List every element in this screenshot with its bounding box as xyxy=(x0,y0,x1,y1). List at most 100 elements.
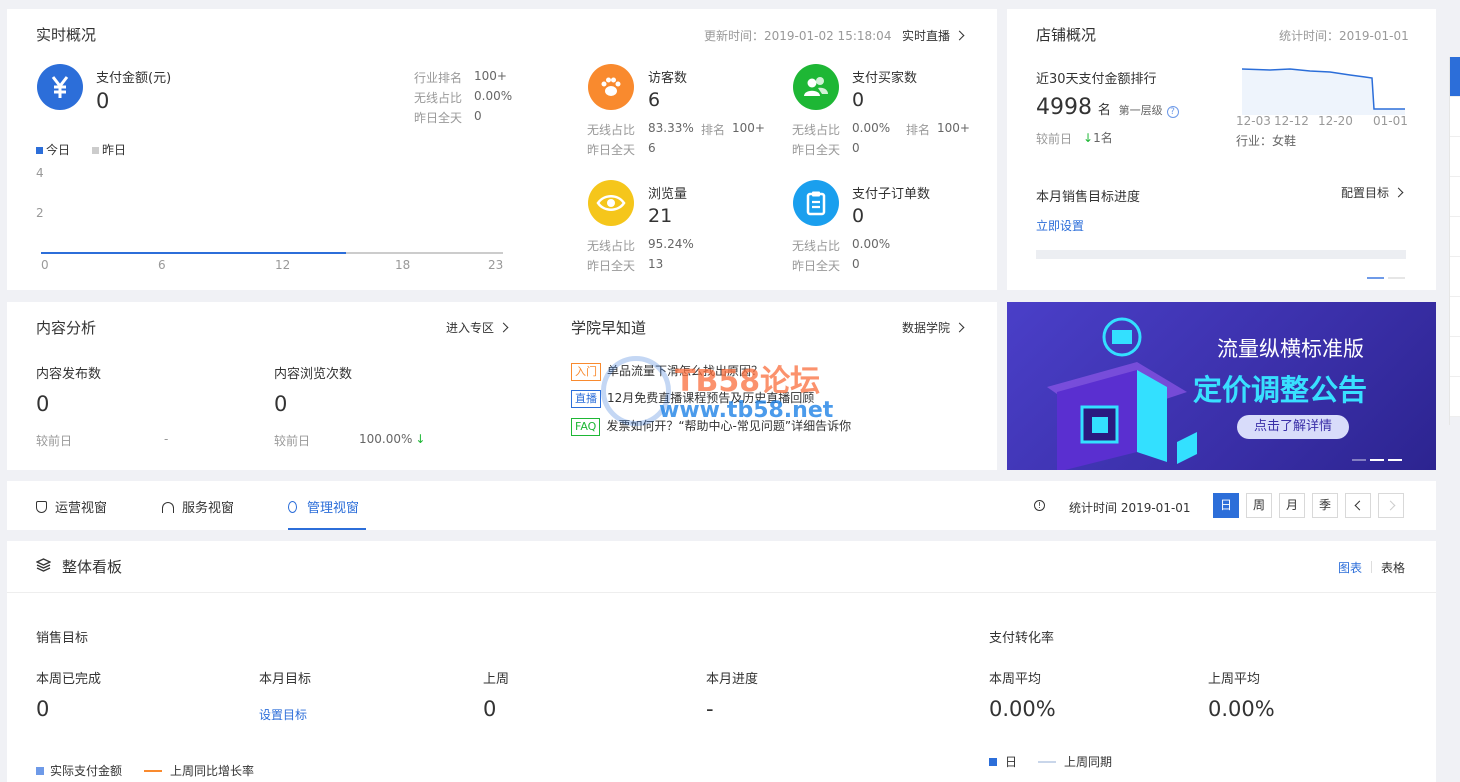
target-title: 本月销售目标进度 xyxy=(1036,190,1141,205)
watermark-url: www.tb58.net xyxy=(659,398,834,423)
view-chart-toggle[interactable]: 图表 xyxy=(1338,559,1362,576)
spark-tick: 12-03 xyxy=(1236,114,1271,128)
metric-sub-value: 95.24% xyxy=(648,237,694,251)
sales-label: 本周已完成 xyxy=(36,672,102,687)
x-tick: 18 xyxy=(395,258,411,272)
publish-label: 内容发布数 xyxy=(36,367,102,382)
rank-unit: 名 xyxy=(1097,103,1111,118)
cmp-value: - xyxy=(164,432,169,446)
sales-title: 销售目标 xyxy=(36,631,89,646)
period-month-button[interactable]: 月 xyxy=(1279,493,1305,518)
banner-illustration xyxy=(1047,317,1197,470)
chevron-right-icon xyxy=(1385,500,1395,511)
metric-label: 昨日全天 xyxy=(792,259,841,273)
sidebar-tab-active[interactable] xyxy=(1449,57,1460,97)
x-tick: 12 xyxy=(275,258,291,272)
spark-tick: 12-20 xyxy=(1318,114,1353,128)
metric-value: 21 xyxy=(648,205,673,227)
sales-label: 本月目标 xyxy=(259,672,312,687)
legend-last-week: 上周同期 xyxy=(1038,753,1112,770)
rank-title: 近30天支付金额排行 xyxy=(1036,72,1157,87)
legend-day: 日 xyxy=(989,753,1017,770)
view-label: 内容浏览次数 xyxy=(274,367,353,382)
metric-label: 无线占比 xyxy=(587,123,636,137)
sales-value: 0 xyxy=(36,697,50,721)
carousel-dot[interactable] xyxy=(1367,277,1384,279)
rank-number: 4998 xyxy=(1036,95,1092,120)
shop-stat-time: 统计时间：2019-01-01 xyxy=(1279,29,1409,43)
wireless-value: 0.00% xyxy=(474,89,513,103)
layers-icon xyxy=(35,558,52,575)
sidebar-tab[interactable] xyxy=(1449,137,1460,177)
sidebar-tab[interactable] xyxy=(1449,337,1460,377)
promo-banner[interactable]: 流量纵横标准版 定价调整公告 点击了解详情 xyxy=(1007,302,1436,470)
metric-sub-value: 83.33% xyxy=(648,121,694,135)
carousel-dot[interactable] xyxy=(1388,459,1402,461)
enter-zone-label: 进入专区 xyxy=(446,321,495,335)
watermark-title: TB58论坛 xyxy=(675,364,821,399)
enter-zone-link[interactable]: 进入专区 xyxy=(446,319,509,336)
sidebar-tab[interactable] xyxy=(1449,297,1460,337)
metric-label: 无线占比 xyxy=(792,123,841,137)
cmp-label: 较前日 xyxy=(274,434,311,448)
legend-actual-pay: 实际支付金额 xyxy=(36,762,122,779)
metric-label: 无线占比 xyxy=(792,239,841,253)
sidebar-edge xyxy=(1449,57,1450,425)
set-now-link[interactable]: 立即设置 xyxy=(1036,217,1084,234)
x-tick: 6 xyxy=(158,258,166,272)
x-tick: 23 xyxy=(488,258,504,272)
industry-label: 行业：女鞋 xyxy=(1236,134,1297,148)
sidebar-tab[interactable] xyxy=(1449,97,1460,137)
compare-label: 较前日 xyxy=(1036,132,1073,146)
sidebar-tab[interactable] xyxy=(1449,177,1460,217)
compare-value: 1名 xyxy=(1093,131,1113,145)
carousel-dot[interactable] xyxy=(1352,459,1366,461)
legend-label: 日 xyxy=(1005,755,1018,769)
set-target-link[interactable]: 设置目标 xyxy=(259,706,307,723)
metric-sub-value: 0 xyxy=(852,141,860,155)
metric-sub-value: 0 xyxy=(852,257,860,271)
config-target-label: 配置目标 xyxy=(1341,186,1390,200)
prev-period-button[interactable] xyxy=(1345,493,1371,518)
sidebar-tab[interactable] xyxy=(1449,377,1460,417)
yesterday-value: 0 xyxy=(474,109,482,123)
publish-value: 0 xyxy=(36,392,50,416)
tag-badge: 直播 xyxy=(571,390,601,408)
divider xyxy=(1371,561,1372,573)
period-quarter-button[interactable]: 季 xyxy=(1312,493,1338,518)
legend-yesterday-label: 昨日 xyxy=(102,143,127,157)
tier-label: 第一层级 xyxy=(1118,104,1163,117)
paw-icon xyxy=(588,64,634,110)
tab-service[interactable]: 服务视窗 xyxy=(162,497,234,516)
chevron-right-icon xyxy=(954,30,965,41)
live-link[interactable]: 实时直播 xyxy=(902,27,965,44)
carousel-dot[interactable] xyxy=(1388,277,1405,279)
chevron-left-icon xyxy=(1354,500,1364,511)
cmp-label: 较前日 xyxy=(36,434,73,448)
buyers-icon xyxy=(793,64,839,110)
metric-sub-value: 13 xyxy=(648,257,664,271)
metric-name: 访客数 xyxy=(648,71,688,86)
period-day-button[interactable]: 日 xyxy=(1213,493,1239,518)
rank-value: 100+ xyxy=(474,69,507,83)
conv-value: 0.00% xyxy=(989,697,1056,721)
next-period-button[interactable] xyxy=(1378,493,1404,518)
metric-sub-value: 6 xyxy=(648,141,656,155)
chevron-right-icon xyxy=(954,322,965,333)
config-target-link[interactable]: 配置目标 xyxy=(1341,184,1404,201)
period-week-button[interactable]: 周 xyxy=(1246,493,1272,518)
live-link-label: 实时直播 xyxy=(902,29,951,43)
help-icon[interactable]: ? xyxy=(1166,106,1179,118)
carousel-dot[interactable] xyxy=(1370,459,1384,461)
info-icon[interactable]: ! xyxy=(1034,500,1045,511)
rank-sparkline xyxy=(1241,68,1405,115)
view-table-toggle[interactable]: 表格 xyxy=(1381,559,1405,576)
metric-name: 浏览量 xyxy=(648,187,688,202)
tab-operations[interactable]: 运营视窗 xyxy=(36,497,107,516)
sidebar-tab[interactable] xyxy=(1449,257,1460,297)
sidebar-tab[interactable] xyxy=(1449,217,1460,257)
data-academy-link[interactable]: 数据学院 xyxy=(902,319,965,336)
medal-icon xyxy=(288,501,297,513)
tab-management[interactable]: 管理视窗 xyxy=(288,497,359,516)
banner-button[interactable]: 点击了解详情 xyxy=(1237,415,1349,439)
